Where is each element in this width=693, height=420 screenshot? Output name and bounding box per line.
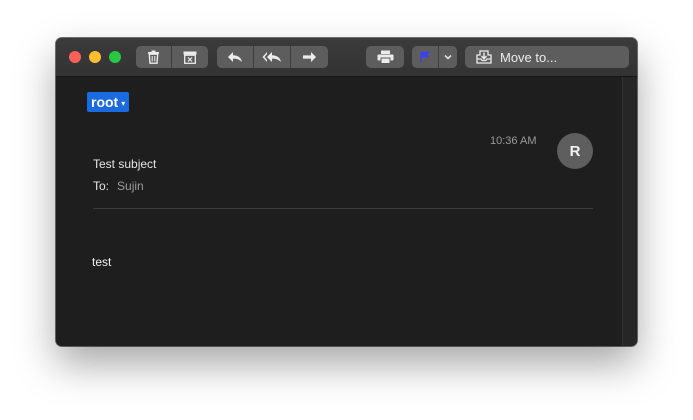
to-label: To:	[93, 179, 110, 193]
reply-all-button[interactable]	[254, 46, 291, 68]
reply-group	[217, 46, 328, 68]
flag-group	[412, 46, 457, 68]
avatar: R	[557, 133, 593, 169]
print-button[interactable]	[366, 46, 404, 68]
zoom-window-button[interactable]	[109, 51, 121, 63]
move-to-button[interactable]: Move to...	[465, 46, 629, 68]
trash-icon	[147, 50, 160, 64]
reply-button[interactable]	[217, 46, 254, 68]
forward-button[interactable]	[291, 46, 328, 68]
header-divider	[93, 208, 593, 209]
sender-address-chip[interactable]: root ▾	[87, 92, 130, 112]
delete-button[interactable]	[136, 46, 172, 68]
move-to-label: Move to...	[500, 49, 558, 65]
message-viewer: root ▾ Test subject To: Sujin 10:36 AM R…	[56, 77, 622, 346]
junk-icon	[183, 51, 197, 64]
chevron-down-icon: ▾	[121, 98, 126, 108]
mail-message-window: Move to... root ▾ Test subject To: Sujin…	[56, 38, 637, 346]
flag-button[interactable]	[412, 46, 439, 68]
minimize-window-button[interactable]	[89, 51, 101, 63]
flag-menu-button[interactable]	[439, 46, 457, 68]
toolbar: Move to...	[56, 38, 637, 77]
message-subject: Test subject	[93, 157, 157, 171]
printer-icon	[377, 50, 394, 64]
junk-button[interactable]	[172, 46, 208, 68]
print-group	[366, 46, 404, 68]
close-window-button[interactable]	[69, 51, 81, 63]
vertical-scrollbar[interactable]	[622, 77, 637, 346]
reply-icon	[227, 51, 243, 63]
chevron-down-icon	[444, 54, 452, 60]
sender-name: root	[91, 94, 119, 110]
avatar-initial: R	[569, 142, 581, 160]
message-body: test	[92, 255, 112, 269]
recipients-row: To: Sujin	[93, 179, 144, 193]
move-tray-icon	[476, 50, 492, 64]
flag-icon	[420, 51, 430, 63]
message-time: 10:36 AM	[490, 135, 537, 147]
forward-icon	[302, 51, 317, 63]
recipient-name[interactable]: Sujin	[117, 179, 144, 193]
reply-all-icon	[262, 51, 282, 63]
delete-junk-group	[136, 46, 208, 68]
